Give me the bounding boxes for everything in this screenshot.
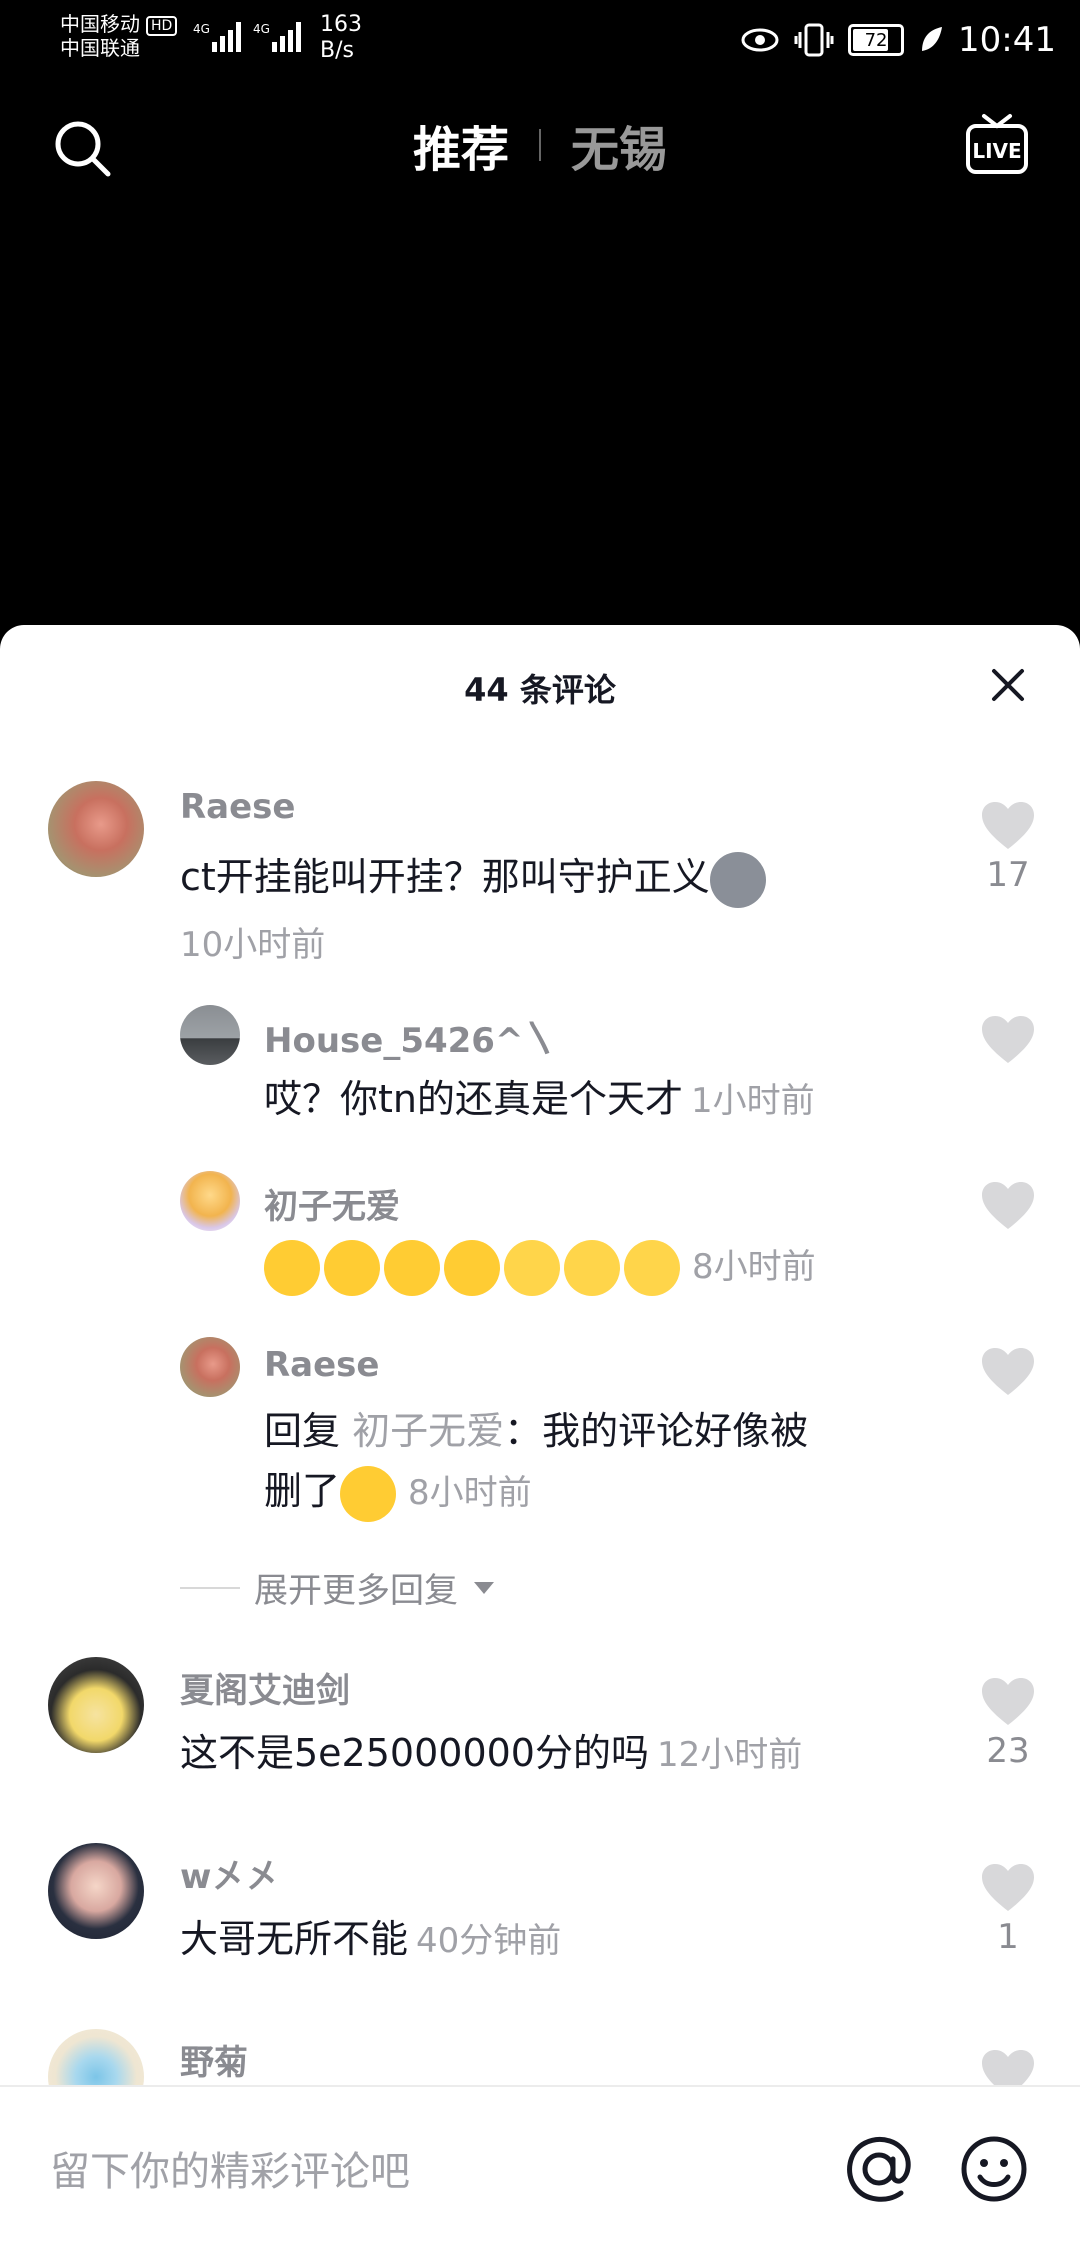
reply-text-body-2: 删了	[264, 1469, 341, 1513]
reply-time: 1小时前	[691, 1081, 815, 1121]
reply-text-body: ：我的评论好像被	[504, 1409, 809, 1453]
clock: 10:41	[958, 20, 1056, 60]
reply-text: 8小时前	[264, 1235, 816, 1297]
like-count: 17	[986, 855, 1030, 895]
like-button[interactable]	[978, 1181, 1038, 1231]
comment-time: 10小时前	[180, 925, 326, 965]
reply-time: 8小时前	[408, 1473, 532, 1513]
status-right: 72 10:41	[740, 18, 1056, 62]
pleading-emoji-icon	[564, 1239, 620, 1296]
carrier-2: 中国联通	[60, 36, 140, 60]
comment-text-body: 大哥无所不能	[180, 1917, 409, 1961]
like-count: 1	[997, 1917, 1019, 1957]
eye-icon	[741, 28, 779, 52]
comment-username[interactable]: 夏阁艾迪剑	[180, 1663, 350, 1712]
avatar[interactable]	[48, 1843, 144, 1939]
net-speed: 163 B/s	[320, 12, 362, 64]
reply-time: 8小时前	[692, 1247, 816, 1287]
reply-username[interactable]: House_5426^〵	[264, 1013, 557, 1062]
nav-tabs: 推荐 无锡	[0, 110, 1080, 180]
heart-icon	[982, 1348, 1034, 1395]
expand-replies-label: 展开更多回复	[254, 1571, 458, 1611]
comment-text-body: ct开挂能叫开挂？那叫守护正义	[180, 855, 710, 899]
carrier-info: 中国移动 HD 中国联通	[60, 12, 178, 60]
reply-prefix: 回复	[264, 1409, 341, 1453]
laugh-cry-emoji-icon	[340, 1465, 397, 1522]
net-speed-unit: B/s	[320, 38, 354, 63]
tab-divider	[539, 129, 541, 161]
avatar[interactable]	[180, 1337, 240, 1397]
smiley-icon[interactable]	[958, 2133, 1030, 2205]
signal-2-icon	[272, 22, 301, 52]
heart-icon	[982, 1864, 1034, 1911]
laugh-cry-emoji-icon	[384, 1239, 440, 1296]
status-bar: 中国移动 HD 中国联通 4G 4G 163 B/s 72 10:41	[0, 0, 1080, 84]
comment-text: ct开挂能叫开挂？那叫守护正义	[180, 847, 770, 908]
like-button[interactable]: 17	[978, 801, 1038, 895]
reply-text-line-1: 回复 初子无爱：我的评论好像被	[264, 1401, 808, 1461]
avatar[interactable]	[48, 781, 144, 877]
avatar[interactable]	[180, 1005, 240, 1065]
like-button[interactable]: 23	[978, 1677, 1038, 1771]
comment-input-bar: 留下你的精彩评论吧	[0, 2085, 1080, 2246]
reply-text-line-2: 删了 8小时前	[264, 1461, 532, 1523]
heart-icon	[982, 1678, 1034, 1725]
like-button[interactable]	[978, 1347, 1038, 1397]
pleading-emoji-icon	[624, 1239, 680, 1296]
comment-username[interactable]: w㐅㐅	[180, 1849, 279, 1898]
comment-text: 大哥无所不能 40分钟前	[180, 1909, 561, 1971]
comment-username[interactable]: Raese	[180, 787, 295, 827]
reply-username[interactable]: 初子无爱	[264, 1179, 400, 1228]
svg-text:LIVE: LIVE	[972, 139, 1021, 163]
carrier-1: 中国移动	[60, 12, 140, 36]
comment-sheet: 44 条评论 Raese ct开挂能叫开挂？那叫守护正义 10小时前 17 Ho…	[0, 625, 1080, 2244]
laugh-cry-emoji-icon	[264, 1239, 320, 1296]
laugh-cry-emoji-icon	[324, 1239, 380, 1296]
signal-1-icon	[212, 22, 241, 52]
triangle-down-icon	[474, 1581, 494, 1594]
like-button[interactable]	[978, 1015, 1038, 1065]
expand-divider	[180, 1586, 240, 1589]
reply-username[interactable]: Raese	[264, 1345, 379, 1385]
net-speed-value: 163	[320, 12, 362, 37]
comment-text-body: 这不是5e25000000分的吗	[180, 1731, 649, 1775]
avatar[interactable]	[180, 1171, 240, 1231]
husky-emoji-icon	[709, 851, 766, 908]
hd-badge: HD	[146, 15, 178, 36]
heart-icon	[982, 1016, 1034, 1063]
close-icon[interactable]	[988, 665, 1028, 705]
sheet-header: 44 条评论	[0, 625, 1080, 745]
top-nav: 推荐 无锡 LIVE	[0, 110, 1080, 190]
like-count: 23	[986, 1731, 1030, 1771]
leaf-icon	[922, 27, 943, 51]
at-icon[interactable]	[843, 2133, 915, 2205]
expand-replies[interactable]: 展开更多回复	[180, 1563, 496, 1612]
reply-text: 哎？你tn的还真是个天才 1小时前	[264, 1069, 815, 1131]
battery-icon: 72	[848, 24, 905, 56]
tab-recommend[interactable]: 推荐	[413, 110, 509, 180]
laugh-cry-emoji-icon	[444, 1239, 500, 1296]
battery-level: 72	[864, 29, 888, 51]
vibrate-icon	[794, 23, 834, 57]
comment-input[interactable]: 留下你的精彩评论吧	[50, 2139, 410, 2197]
comment-time: 40分钟前	[416, 1921, 562, 1961]
comment-text: 这不是5e25000000分的吗 12小时前	[180, 1723, 802, 1785]
avatar[interactable]	[48, 1657, 144, 1753]
reply-text-body: 哎？你tn的还真是个天才	[264, 1077, 683, 1121]
like-button[interactable]: 1	[978, 1863, 1038, 1957]
tab-local[interactable]: 无锡	[571, 110, 667, 180]
heart-icon	[982, 1182, 1034, 1229]
live-tv-icon[interactable]: LIVE	[964, 110, 1030, 180]
reply-to-user[interactable]: 初子无爱	[352, 1409, 504, 1453]
comment-time: 12小时前	[656, 1735, 803, 1775]
comment-username[interactable]: 野菊	[180, 2035, 248, 2084]
comment-count-title: 44 条评论	[464, 671, 616, 709]
heart-icon	[982, 802, 1034, 849]
pleading-emoji-icon	[504, 1239, 560, 1296]
